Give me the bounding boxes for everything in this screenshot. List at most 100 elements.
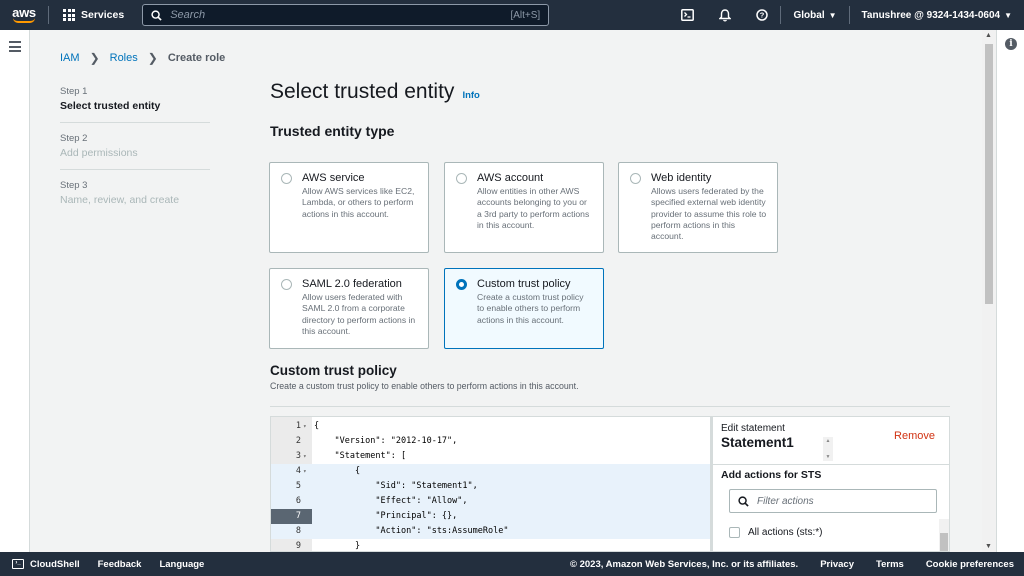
- line-number: 5: [295, 481, 301, 491]
- line-number: 9: [295, 541, 301, 551]
- breadcrumb: IAM ❯ Roles ❯ Create role: [60, 51, 225, 65]
- aws-logo[interactable]: aws: [0, 0, 48, 30]
- search-icon: [738, 495, 749, 507]
- region-selector[interactable]: Global ▼: [781, 10, 848, 21]
- option-description: Allow entities in other AWS accounts bel…: [477, 186, 590, 230]
- notifications-button[interactable]: [706, 8, 743, 22]
- radio-button[interactable]: [281, 173, 292, 184]
- section-divider: [270, 406, 950, 407]
- language-link[interactable]: Language: [141, 559, 204, 570]
- line-number: 4: [295, 466, 301, 476]
- help-icon: ?: [756, 9, 768, 21]
- radio-button-selected[interactable]: [456, 279, 467, 290]
- scrollbar-thumb[interactable]: [985, 44, 993, 304]
- option-aws-account[interactable]: AWS account Allow entities in other AWS …: [444, 162, 604, 253]
- code-text: "Effect": "Allow",: [314, 496, 468, 506]
- code-line: 5 "Sid": "Statement1",: [271, 479, 710, 494]
- code-text: {: [314, 421, 320, 431]
- step-3: Step 3 Name, review, and create: [60, 180, 210, 216]
- option-title: Custom trust policy: [477, 278, 571, 290]
- all-actions-label: All actions (sts:*): [748, 527, 823, 538]
- filter-actions-input[interactable]: Filter actions: [729, 489, 937, 513]
- privacy-link[interactable]: Privacy: [820, 559, 854, 570]
- code-text: "Principal": {},: [314, 511, 458, 521]
- step-name: Select trusted entity: [60, 100, 161, 112]
- page-scrollbar[interactable]: ▲ ▼: [982, 30, 996, 552]
- top-navigation: aws Services Search [Alt+S] ? Global ▼ T…: [0, 0, 1024, 30]
- code-line: 8 "Action": "sts:AssumeRole": [271, 524, 710, 539]
- code-text: "Sid": "Statement1",: [314, 481, 478, 491]
- menu-icon[interactable]: [9, 41, 21, 55]
- code-text: {: [314, 466, 361, 476]
- checkbox[interactable]: [729, 527, 740, 538]
- code-text: }: [314, 541, 361, 551]
- cookie-preferences-link[interactable]: Cookie preferences: [926, 559, 1014, 570]
- help-panel-rail: i: [996, 30, 1024, 552]
- radio-button[interactable]: [456, 173, 467, 184]
- code-line: 1 ▾ {: [271, 419, 710, 434]
- cloudshell-button[interactable]: [669, 9, 706, 21]
- panel-divider: [713, 464, 949, 465]
- chevron-right-icon: ❯: [147, 51, 158, 65]
- services-label: Services: [81, 9, 125, 21]
- wizard-steps: Step 1 Select trusted entity Step 2 Add …: [60, 86, 210, 226]
- services-menu-button[interactable]: Services: [49, 9, 134, 21]
- code-text: "Version": "2012-10-17",: [314, 436, 458, 446]
- option-web-identity[interactable]: Web identity Allows users federated by t…: [618, 162, 778, 253]
- line-number: 3: [295, 451, 301, 461]
- option-title: AWS account: [477, 172, 544, 184]
- grid-icon: [63, 9, 75, 21]
- option-description: Allows users federated by the specified …: [651, 186, 767, 242]
- feedback-link[interactable]: Feedback: [80, 559, 142, 570]
- code-text: "Action": "sts:AssumeRole": [314, 526, 509, 536]
- scroll-down-icon[interactable]: ▼: [985, 543, 992, 550]
- option-custom-trust-policy[interactable]: Custom trust policy Create a custom trus…: [444, 268, 604, 349]
- breadcrumb-iam[interactable]: IAM: [60, 52, 80, 64]
- edit-statement-label: Edit statement: [721, 423, 785, 434]
- statement-editor-panel: Edit statement Statement1 Remove ▲ ▼ Add …: [710, 416, 950, 552]
- line-number: 1: [295, 421, 301, 431]
- line-number: 2: [295, 436, 301, 446]
- account-menu[interactable]: Tanushree @ 9324-1434-0604 ▼: [850, 10, 1024, 21]
- info-icon[interactable]: i: [1005, 38, 1017, 50]
- option-saml-federation[interactable]: SAML 2.0 federation Allow users federate…: [269, 268, 429, 349]
- code-line: 3 ▾ "Statement": [: [271, 449, 710, 464]
- terms-link[interactable]: Terms: [876, 559, 904, 570]
- option-title: Web identity: [651, 172, 712, 184]
- filter-placeholder: Filter actions: [757, 495, 814, 507]
- step-number: Step 2: [60, 133, 88, 144]
- footer-links: © 2023, Amazon Web Services, Inc. or its…: [570, 559, 1024, 570]
- remove-statement-button[interactable]: Remove: [894, 430, 935, 442]
- info-link[interactable]: Info: [462, 90, 479, 101]
- breadcrumb-roles[interactable]: Roles: [110, 52, 138, 64]
- fold-toggle-icon[interactable]: ▾: [303, 419, 307, 434]
- custom-trust-policy-description: Create a custom trust policy to enable o…: [270, 381, 579, 391]
- panel-mini-scrollbar[interactable]: ▲ ▼: [823, 437, 833, 461]
- step-2: Step 2 Add permissions: [60, 133, 210, 170]
- line-number: 6: [295, 496, 301, 506]
- scroll-up-icon[interactable]: ▲: [985, 32, 992, 39]
- help-button[interactable]: ?: [743, 9, 780, 21]
- policy-json-editor[interactable]: 1 ▾ { 2 "Version": "2012-10-17", 3 ▾ "St…: [270, 416, 710, 552]
- region-label: Global: [793, 9, 825, 21]
- all-actions-checkbox-row[interactable]: All actions (sts:*): [729, 527, 822, 538]
- radio-button[interactable]: [630, 173, 641, 184]
- code-line: 9 }: [271, 539, 710, 551]
- nav-actions: ? Global ▼ Tanushree @ 9324-1434-0604 ▼: [669, 0, 1024, 30]
- aws-smile-icon: [13, 18, 35, 23]
- option-aws-service[interactable]: AWS service Allow AWS services like EC2,…: [269, 162, 429, 253]
- cloudshell-footer-button[interactable]: ›_ CloudShell: [0, 559, 80, 570]
- caret-down-icon: ▼: [828, 10, 837, 20]
- radio-button[interactable]: [281, 279, 292, 290]
- code-line: 6 "Effect": "Allow",: [271, 494, 710, 509]
- fold-toggle-icon[interactable]: ▾: [303, 464, 307, 479]
- step-number: Step 3: [60, 180, 88, 191]
- chevron-right-icon: ❯: [89, 51, 100, 65]
- fold-toggle-icon[interactable]: ▾: [303, 449, 307, 464]
- search-placeholder: Search: [170, 9, 206, 21]
- code-line: 4 ▾ {: [271, 464, 710, 479]
- account-label: Tanushree @ 9324-1434-0604: [861, 9, 1001, 21]
- search-shortcut: [Alt+S]: [510, 9, 541, 21]
- search-input[interactable]: Search [Alt+S]: [142, 4, 550, 26]
- actions-scrollbar[interactable]: [939, 519, 949, 551]
